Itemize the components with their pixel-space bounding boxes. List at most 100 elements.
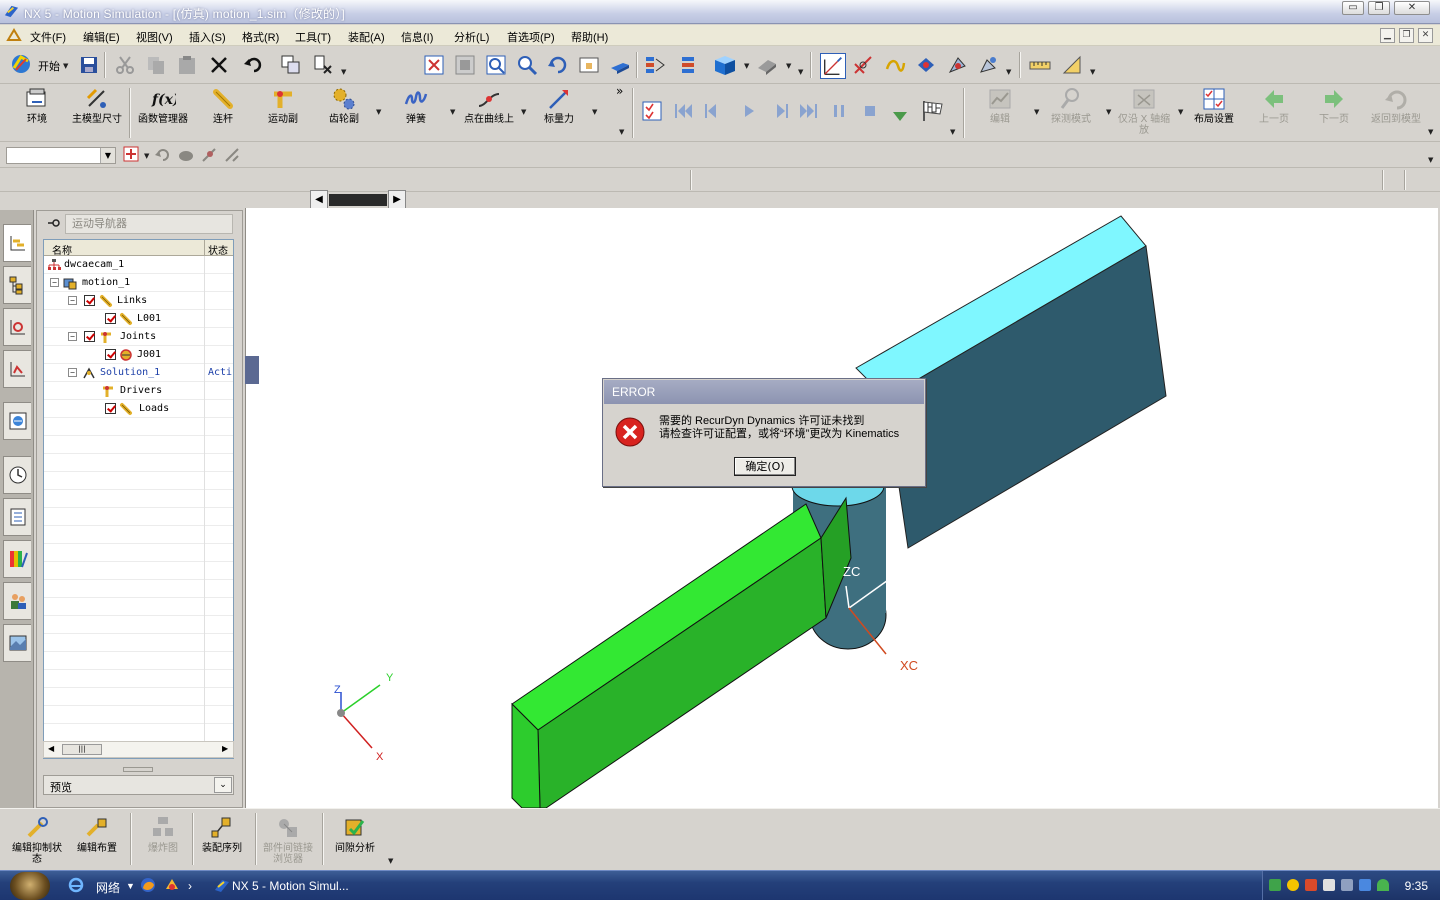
interpart-link-browser-button[interactable]: 部件间链接浏览器 xyxy=(262,815,314,865)
chevron-down-icon[interactable]: ⌄ xyxy=(214,777,232,793)
visibility-checkbox[interactable] xyxy=(84,331,95,342)
tree-row-joints[interactable]: − Joints xyxy=(44,328,233,346)
rotate-icon[interactable] xyxy=(547,54,569,76)
tree-row-l001[interactable]: L001 xyxy=(44,310,233,328)
pause-icon[interactable] xyxy=(828,100,850,122)
resource-tab-palettes[interactable] xyxy=(3,540,31,578)
undo-icon[interactable] xyxy=(243,54,265,76)
move-component-icon[interactable] xyxy=(977,54,999,76)
measure-angle-icon[interactable] xyxy=(1061,54,1083,76)
cut-icon[interactable] xyxy=(114,54,136,76)
mini-scrollbar[interactable]: ◀ ▶ xyxy=(310,190,406,210)
constraints-icon[interactable] xyxy=(946,54,968,76)
rewind-to-start-icon[interactable] xyxy=(672,100,694,122)
resource-tab-constraint-navigator[interactable] xyxy=(3,308,31,346)
tray-app-icon[interactable] xyxy=(1359,879,1371,891)
collapse-toggle-icon[interactable]: − xyxy=(68,296,77,305)
start-label[interactable]: 开始 xyxy=(38,58,60,74)
model-canvas[interactable] xyxy=(246,208,1438,808)
tree-row-dwcaecam[interactable]: dwcaecam_1 xyxy=(44,256,233,274)
general-selection-icon[interactable] xyxy=(122,145,142,165)
gear-pair-dropdown-icon[interactable]: ▼ xyxy=(376,108,381,116)
maximize-button[interactable]: ❐ xyxy=(1368,1,1390,15)
panel-splitter[interactable] xyxy=(123,767,153,772)
copy-objects-icon[interactable] xyxy=(280,54,302,76)
selection-bar-options-icon[interactable]: ▼ xyxy=(1428,156,1433,164)
resource-tab-history[interactable] xyxy=(3,456,31,494)
layout-settings-button[interactable]: 布局设置 xyxy=(1190,86,1238,125)
rendering-dropdown-icon[interactable]: ▼ xyxy=(744,62,749,70)
point-on-curve-button[interactable]: 点在曲线上 xyxy=(464,86,514,125)
tray-volume-icon[interactable] xyxy=(1341,879,1353,891)
menu-logo-icon[interactable] xyxy=(6,28,22,42)
menu-view[interactable]: 视图(V) xyxy=(136,29,173,45)
tray-user-icon[interactable] xyxy=(1269,879,1281,891)
assembly-more-dropdown-icon[interactable]: ▼ xyxy=(1006,68,1011,76)
resource-tab-reuse-library[interactable] xyxy=(3,498,31,536)
menu-assembly[interactable]: 装配(A) xyxy=(348,29,385,45)
selection-filter-icon[interactable] xyxy=(820,53,846,79)
tree-row-motion[interactable]: − motion_1 xyxy=(44,274,233,292)
visibility-checkbox[interactable] xyxy=(105,349,116,360)
clearance-analysis-button[interactable]: 间隙分析 xyxy=(330,815,380,854)
scroll-right-icon[interactable]: ▶ xyxy=(222,744,228,753)
menu-info[interactable]: 信息(I) xyxy=(401,29,433,45)
point-on-curve-dropdown-icon[interactable]: ▼ xyxy=(521,108,526,116)
resource-tab-assembly-navigator[interactable] xyxy=(3,266,31,304)
tree-row-solution[interactable]: − Solution_1 Acti xyxy=(44,364,233,382)
tray-network-icon[interactable] xyxy=(1323,879,1335,891)
graphics-viewport[interactable]: ZC YC XC Z Y X xyxy=(245,208,1438,808)
menu-insert[interactable]: 插入(S) xyxy=(189,29,226,45)
scroll-right-icon[interactable]: ▶ xyxy=(388,190,406,210)
taskbar-nx-window-button[interactable]: NX 5 - Motion Simul... xyxy=(210,874,360,898)
rendering-style-icon[interactable] xyxy=(712,52,738,78)
orient-view-icon[interactable] xyxy=(756,54,778,76)
pin-icon[interactable] xyxy=(47,217,61,229)
tree-row-loads[interactable]: Loads xyxy=(44,400,233,418)
fast-forward-to-end-icon[interactable] xyxy=(798,100,820,122)
network-label[interactable]: 网络 xyxy=(96,879,120,896)
perspective-icon[interactable] xyxy=(609,54,631,76)
scalar-force-dropdown-icon[interactable]: ▼ xyxy=(592,108,597,116)
resource-tab-web-browser[interactable] xyxy=(3,402,31,440)
ok-button[interactable]: 确定(O) xyxy=(734,457,796,476)
collapse-toggle-icon[interactable]: − xyxy=(68,332,77,341)
menu-analysis[interactable]: 分析(L) xyxy=(454,29,489,45)
zoom-in-out-icon[interactable] xyxy=(516,54,538,76)
paste-icon[interactable] xyxy=(176,54,198,76)
master-model-dimension-button[interactable]: 主模型尺寸 xyxy=(72,86,122,125)
save-icon[interactable] xyxy=(78,54,100,76)
visibility-checkbox[interactable] xyxy=(105,403,116,414)
scroll-thumb[interactable] xyxy=(329,194,387,206)
orient-dropdown-icon[interactable]: ▼ xyxy=(786,62,791,70)
playback-mode-icon[interactable] xyxy=(889,106,911,128)
preview-section-bar[interactable]: 预览 ⌄ xyxy=(43,775,234,795)
network-dropdown-icon[interactable]: ▼ xyxy=(126,881,135,891)
snap-midpoint-icon[interactable] xyxy=(223,146,241,164)
menu-format[interactable]: 格式(R) xyxy=(242,29,279,45)
chevron-down-icon[interactable]: ▼ xyxy=(100,148,115,163)
play-icon[interactable] xyxy=(738,100,760,122)
zoom-window-icon[interactable] xyxy=(454,54,476,76)
viewport-side-tab[interactable] xyxy=(245,356,259,384)
column-name-header[interactable]: 名称 xyxy=(52,242,72,257)
animation-settings-icon[interactable] xyxy=(641,100,663,122)
assembly-sequence-button[interactable]: 装配序列 xyxy=(198,815,246,854)
close-button[interactable]: ✕ xyxy=(1394,1,1430,15)
resource-tab-motion-navigator[interactable] xyxy=(3,224,31,262)
show-degrees-icon[interactable] xyxy=(915,54,937,76)
start-dropdown-icon[interactable]: ▼ xyxy=(63,62,68,70)
menu-tools[interactable]: 工具(T) xyxy=(295,29,331,45)
step-back-icon[interactable] xyxy=(700,100,722,122)
navigator-tree[interactable]: 名称 状态 dwcaecam_1 − motion_1 − Links L001 xyxy=(43,239,234,759)
tree-row-links[interactable]: − Links xyxy=(44,292,233,310)
environment-button[interactable]: 环境 xyxy=(18,86,56,125)
assembly-toolbar-options-icon[interactable]: ▼ xyxy=(388,857,393,865)
tray-alert-icon[interactable] xyxy=(1305,879,1317,891)
start-icon[interactable] xyxy=(10,53,32,75)
scroll-left-icon[interactable]: ◀ xyxy=(48,744,54,753)
graph-edit-button[interactable]: 编辑 xyxy=(984,86,1016,125)
function-manager-button[interactable]: f(x) 函数管理器 xyxy=(138,86,188,125)
tray-messenger-icon[interactable] xyxy=(1287,879,1299,891)
pan-icon[interactable] xyxy=(578,54,600,76)
